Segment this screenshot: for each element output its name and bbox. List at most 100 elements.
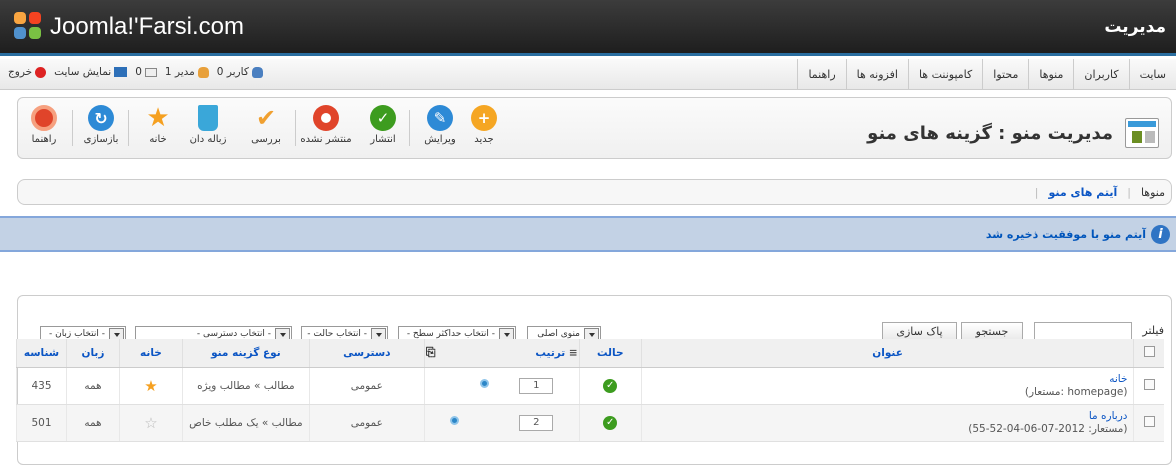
header-access[interactable]: دسترسی xyxy=(308,339,425,368)
cell-access: عمومی xyxy=(308,367,425,405)
published-icon[interactable]: ✓ xyxy=(603,415,618,430)
save-order-icon[interactable]: ⎘ xyxy=(426,345,436,359)
item-alias: (مستعار: homepage) xyxy=(1024,385,1128,398)
move-up-icon[interactable] xyxy=(450,415,460,425)
cell-checkbox xyxy=(1133,404,1164,442)
toolbar-divider xyxy=(72,110,73,146)
header-home[interactable]: خانه xyxy=(118,339,183,368)
header-id[interactable]: شناسه xyxy=(16,339,67,368)
view-site-link[interactable]: نمایش سایت xyxy=(54,66,128,78)
row-checkbox[interactable] xyxy=(1143,415,1155,427)
publish-label: انتشار xyxy=(370,134,396,145)
cell-ordering: 1 xyxy=(423,367,580,405)
mail-icon xyxy=(144,67,157,77)
order-input[interactable]: 2 xyxy=(519,414,554,431)
admin-header: Joomla!'Farsi.com مدیریت xyxy=(0,0,1176,56)
edit-label: ویرایش xyxy=(424,134,456,145)
submenu-divider: | xyxy=(1034,186,1039,199)
cell-ordering: 2 xyxy=(423,404,580,442)
help-icon xyxy=(31,105,57,131)
header-type[interactable]: نوع گزینه منو xyxy=(181,339,310,368)
logout-link[interactable]: خروج xyxy=(8,66,47,78)
order-input[interactable]: 1 xyxy=(519,377,554,394)
filter-label: فیلتر xyxy=(1142,324,1164,337)
item-alias: (مستعار: 2012-07-06-04-52-55) xyxy=(968,422,1128,435)
sort-icon: ≡ xyxy=(568,347,578,360)
logo-text: Joomla!'Farsi.com xyxy=(50,13,244,40)
move-down-icon[interactable] xyxy=(480,378,490,388)
cell-access: عمومی xyxy=(308,404,425,442)
menu-menus[interactable]: منوها xyxy=(1028,59,1073,90)
table-header-row: شناسه زبان خانه نوع گزینه منو دسترسی ⎘ تر… xyxy=(16,339,1164,368)
joomla-logo[interactable]: Joomla!'Farsi.com xyxy=(14,12,244,42)
toolbar-divider xyxy=(409,110,410,146)
cell-home: ☆ xyxy=(118,404,183,442)
cell-type: مطالب » یک مطلب خاص xyxy=(181,404,310,442)
header-checkall xyxy=(1133,339,1164,368)
menu-users[interactable]: کاربران xyxy=(1073,59,1128,90)
system-message: i آیتم منو با موفقیت ذخیره شد xyxy=(0,216,1176,252)
default-star-icon[interactable]: ★ xyxy=(144,377,157,395)
monitor-icon xyxy=(114,67,128,77)
menu-help[interactable]: راهنما xyxy=(797,59,845,90)
home-button[interactable]: ★ خانه xyxy=(132,103,184,153)
user-icon xyxy=(251,66,263,78)
table-row: 501 همه ☆ مطالب » یک مطلب خاص عمومی 2 ✓ … xyxy=(16,404,1164,442)
star-outline-icon[interactable]: ☆ xyxy=(144,414,157,432)
item-title-link[interactable]: خانه xyxy=(642,373,1127,386)
row-checkbox[interactable] xyxy=(1143,378,1155,390)
publish-icon: ✓ xyxy=(370,105,396,131)
cell-status: ✓ xyxy=(578,367,642,405)
submenu-menu-items[interactable]: آیتم های منو xyxy=(1049,186,1118,199)
edit-button[interactable]: ✎ ویرایش xyxy=(414,105,466,153)
menu-components[interactable]: کامپوننت ها xyxy=(907,59,982,90)
trash-icon xyxy=(198,105,218,131)
header-ordering[interactable]: ⎘ ترتیب ≡ xyxy=(423,339,580,368)
help-button[interactable]: راهنما xyxy=(18,105,70,153)
item-title-link[interactable]: درباره ما xyxy=(642,410,1128,423)
check-all-checkbox[interactable] xyxy=(1143,345,1155,357)
language-value: - انتخاب زبان - xyxy=(48,329,105,339)
messages-label: 0 xyxy=(135,66,142,78)
cell-title: خانه (مستعار: homepage) xyxy=(640,367,1134,405)
header-status[interactable]: حالت xyxy=(578,339,642,368)
cell-language: همه xyxy=(65,404,120,442)
trash-button[interactable]: زباله دان xyxy=(182,105,234,153)
menu-content[interactable]: محتوا xyxy=(982,59,1028,90)
toolbar-divider xyxy=(128,110,129,146)
cell-id: 435 xyxy=(16,367,67,405)
ordering-label: ترتیب xyxy=(535,347,566,360)
page-title: مدیریت منو : گزینه های منو xyxy=(867,123,1113,144)
logout-label: خروج xyxy=(8,66,33,78)
admins-label: 1 مدیر xyxy=(164,66,195,78)
home-label: خانه xyxy=(149,134,167,145)
header-title[interactable]: عنوان xyxy=(640,339,1134,368)
rebuild-button[interactable]: ↻ بازسازی xyxy=(75,105,127,153)
toolbar: مدیریت منو : گزینه های منو + جدید ✎ ویرا… xyxy=(17,97,1172,159)
publish-button[interactable]: ✓ انتشار xyxy=(357,105,409,153)
access-value: - انتخاب دسترسی - xyxy=(196,329,271,339)
menu-extensions[interactable]: افزونه ها xyxy=(845,59,908,90)
submenu-menus[interactable]: منوها xyxy=(1141,186,1165,199)
messages-count[interactable]: 0 xyxy=(135,66,157,78)
help-label: راهنما xyxy=(31,134,57,145)
admin-title: مدیریت xyxy=(1104,17,1166,37)
header-language[interactable]: زبان xyxy=(65,339,120,368)
menu-bar: سایت کاربران منوها محتوا کامپوننت ها افز… xyxy=(0,59,1176,90)
status-bar: خروج نمایش سایت 0 1 مدیر 0 کاربر xyxy=(8,66,263,78)
unpublish-button[interactable]: منتشر نشده xyxy=(300,105,352,153)
view-site-label: نمایش سایت xyxy=(54,66,112,78)
published-icon[interactable]: ✓ xyxy=(603,378,618,393)
checkin-icon: ✔ xyxy=(255,104,277,132)
edit-icon: ✎ xyxy=(427,105,453,131)
menu-items-table: شناسه زبان خانه نوع گزینه منو دسترسی ⎘ تر… xyxy=(16,339,1164,442)
joomla-logo-icon xyxy=(14,12,44,42)
cell-checkbox xyxy=(1133,367,1164,405)
cell-language: همه xyxy=(65,367,120,405)
visitors-count: 0 کاربر xyxy=(217,66,263,78)
cell-home: ★ xyxy=(118,367,183,405)
cell-status: ✓ xyxy=(578,404,642,442)
menu-site[interactable]: سایت xyxy=(1128,59,1176,90)
cell-id: 501 xyxy=(16,404,67,442)
checkin-button[interactable]: ✔ بررسی xyxy=(240,104,292,153)
